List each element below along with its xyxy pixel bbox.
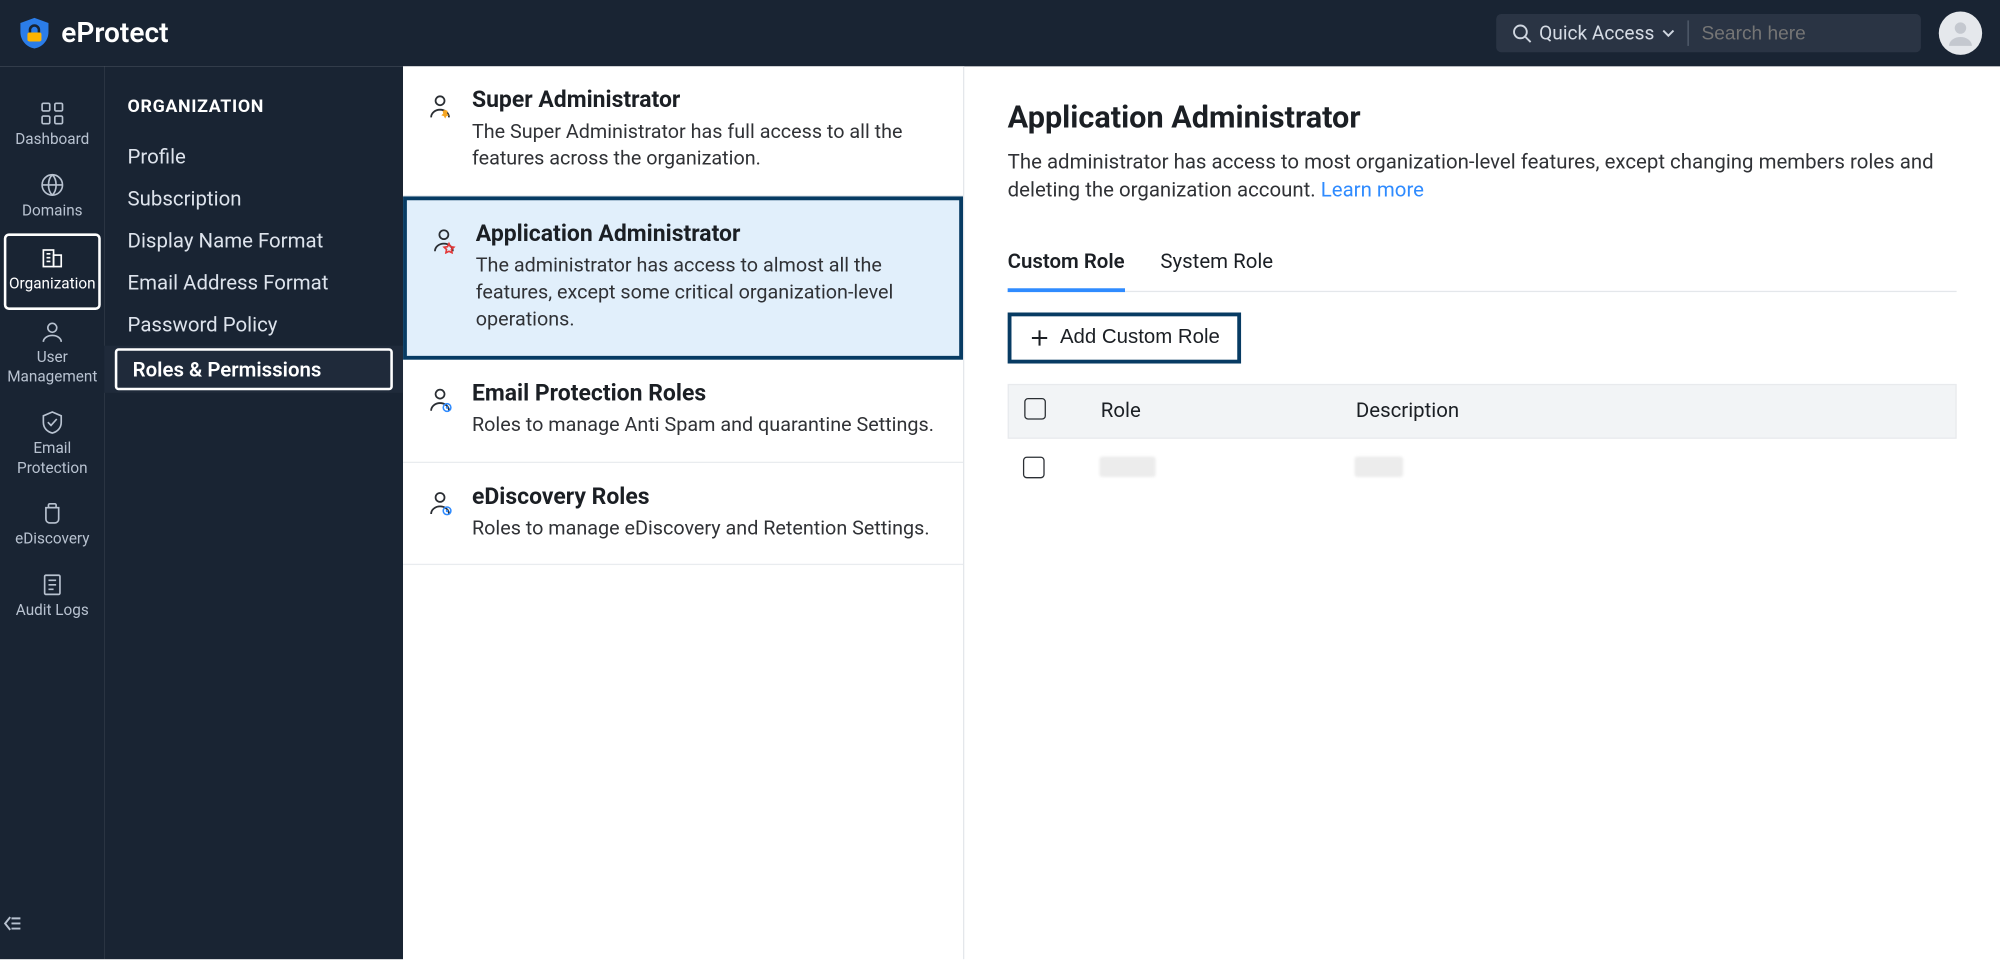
nav-label: Dashboard <box>15 130 89 150</box>
role-title: Super Administrator <box>472 87 940 114</box>
admin-gear-icon <box>426 380 454 439</box>
nav-audit-logs[interactable]: Audit Logs <box>0 562 105 633</box>
roles-list: Super Administrator The Super Administra… <box>403 66 964 959</box>
nav-organization[interactable]: Organization <box>4 234 101 310</box>
viewport: eProtect Quick Access Dashboard <box>0 0 2000 959</box>
desc-text: The administrator has access to most org… <box>1008 149 1934 202</box>
nav-label: Email Protection <box>3 439 102 479</box>
brand-area[interactable]: eProtect <box>18 17 169 50</box>
log-icon <box>40 570 66 598</box>
table-header: Role Description <box>1008 384 1957 439</box>
brand-logo-icon <box>18 17 51 50</box>
search-input[interactable] <box>1702 22 1906 44</box>
globe-icon <box>40 170 66 198</box>
nav-label: Organization <box>9 274 96 294</box>
role-desc: Roles to manage eDiscovery and Retention… <box>472 515 930 542</box>
col-description: Description <box>1341 398 1956 425</box>
role-title: Application Administrator <box>476 220 936 247</box>
subnav-display-name-format[interactable]: Display Name Format <box>105 219 403 261</box>
role-title: eDiscovery Roles <box>472 483 930 510</box>
redacted-desc <box>1355 457 1403 477</box>
quick-access-label: Quick Access <box>1539 22 1654 45</box>
avatar[interactable] <box>1939 11 1982 54</box>
main-layout: Dashboard Domains Organization User Mana… <box>0 66 2000 959</box>
nav-label: eDiscovery <box>15 530 89 550</box>
nav-email-protection[interactable]: Email Protection <box>0 400 105 491</box>
subnav-title: ORGANIZATION <box>105 97 403 135</box>
col-role: Role <box>1085 398 1340 425</box>
nav-label: User Management <box>3 348 102 388</box>
subnav-password-policy[interactable]: Password Policy <box>105 304 403 346</box>
role-desc: Roles to manage Anti Spam and quarantine… <box>472 411 934 438</box>
row-checkbox[interactable] <box>1023 456 1045 478</box>
subnav-roles-permissions[interactable]: Roles & Permissions <box>115 348 393 390</box>
chevron-down-icon <box>1662 27 1675 40</box>
brand-name: eProtect <box>61 17 168 49</box>
search-icon <box>1511 23 1531 43</box>
role-email-protection[interactable]: Email Protection Roles Roles to manage A… <box>403 359 963 462</box>
jar-icon <box>40 499 66 527</box>
learn-more-link[interactable]: Learn more <box>1321 178 1424 202</box>
admin-icon <box>426 87 454 172</box>
nav-label: Domains <box>22 201 83 221</box>
page-description: The administrator has access to most org… <box>1008 148 1957 205</box>
page-title: Application Administrator <box>1008 99 1957 135</box>
role-desc: The administrator has access to almost a… <box>476 252 936 332</box>
table-row[interactable] <box>1008 438 1957 501</box>
subnav-profile[interactable]: Profile <box>105 135 403 177</box>
subnav-subscription[interactable]: Subscription <box>105 177 403 219</box>
subnav-email-address-format[interactable]: Email Address Format <box>105 261 403 303</box>
nav-user-management[interactable]: User Management <box>0 310 105 401</box>
collapse-icon <box>0 911 105 937</box>
nav-domains[interactable]: Domains <box>0 163 105 234</box>
role-desc: The Super Administrator has full access … <box>472 119 940 172</box>
plus-icon <box>1029 328 1049 348</box>
add-custom-role-button[interactable]: Add Custom Role <box>1008 312 1242 363</box>
role-details: Application Administrator The administra… <box>964 66 2000 959</box>
tab-system-role[interactable]: System Role <box>1160 236 1273 291</box>
select-all-checkbox[interactable] <box>1024 398 1046 420</box>
shield-icon <box>40 408 66 436</box>
admin-gear-icon <box>426 483 454 542</box>
admin-star-icon <box>430 220 458 332</box>
divider <box>1688 20 1689 46</box>
add-btn-label: Add Custom Role <box>1060 326 1220 349</box>
building-icon <box>40 244 66 272</box>
role-ediscovery[interactable]: eDiscovery Roles Roles to manage eDiscov… <box>403 462 963 565</box>
role-title: Email Protection Roles <box>472 380 934 407</box>
redacted-role <box>1099 457 1155 477</box>
nav-ediscovery[interactable]: eDiscovery <box>0 491 105 562</box>
nav-dashboard[interactable]: Dashboard <box>0 92 105 163</box>
role-app-admin[interactable]: Application Administrator The administra… <box>403 196 963 359</box>
sub-nav: ORGANIZATION Profile Subscription Displa… <box>105 66 403 959</box>
topbar: eProtect Quick Access <box>0 0 2000 66</box>
role-tabs: Custom Role System Role <box>1008 236 1957 292</box>
quick-access-search[interactable]: Quick Access <box>1496 14 1921 52</box>
nav-collapse[interactable] <box>0 895 105 959</box>
primary-nav: Dashboard Domains Organization User Mana… <box>0 66 105 959</box>
dashboard-icon <box>40 99 66 127</box>
user-icon <box>40 317 66 345</box>
tab-custom-role[interactable]: Custom Role <box>1008 236 1125 292</box>
role-super-admin[interactable]: Super Administrator The Super Administra… <box>403 66 963 196</box>
nav-label: Audit Logs <box>16 600 89 620</box>
